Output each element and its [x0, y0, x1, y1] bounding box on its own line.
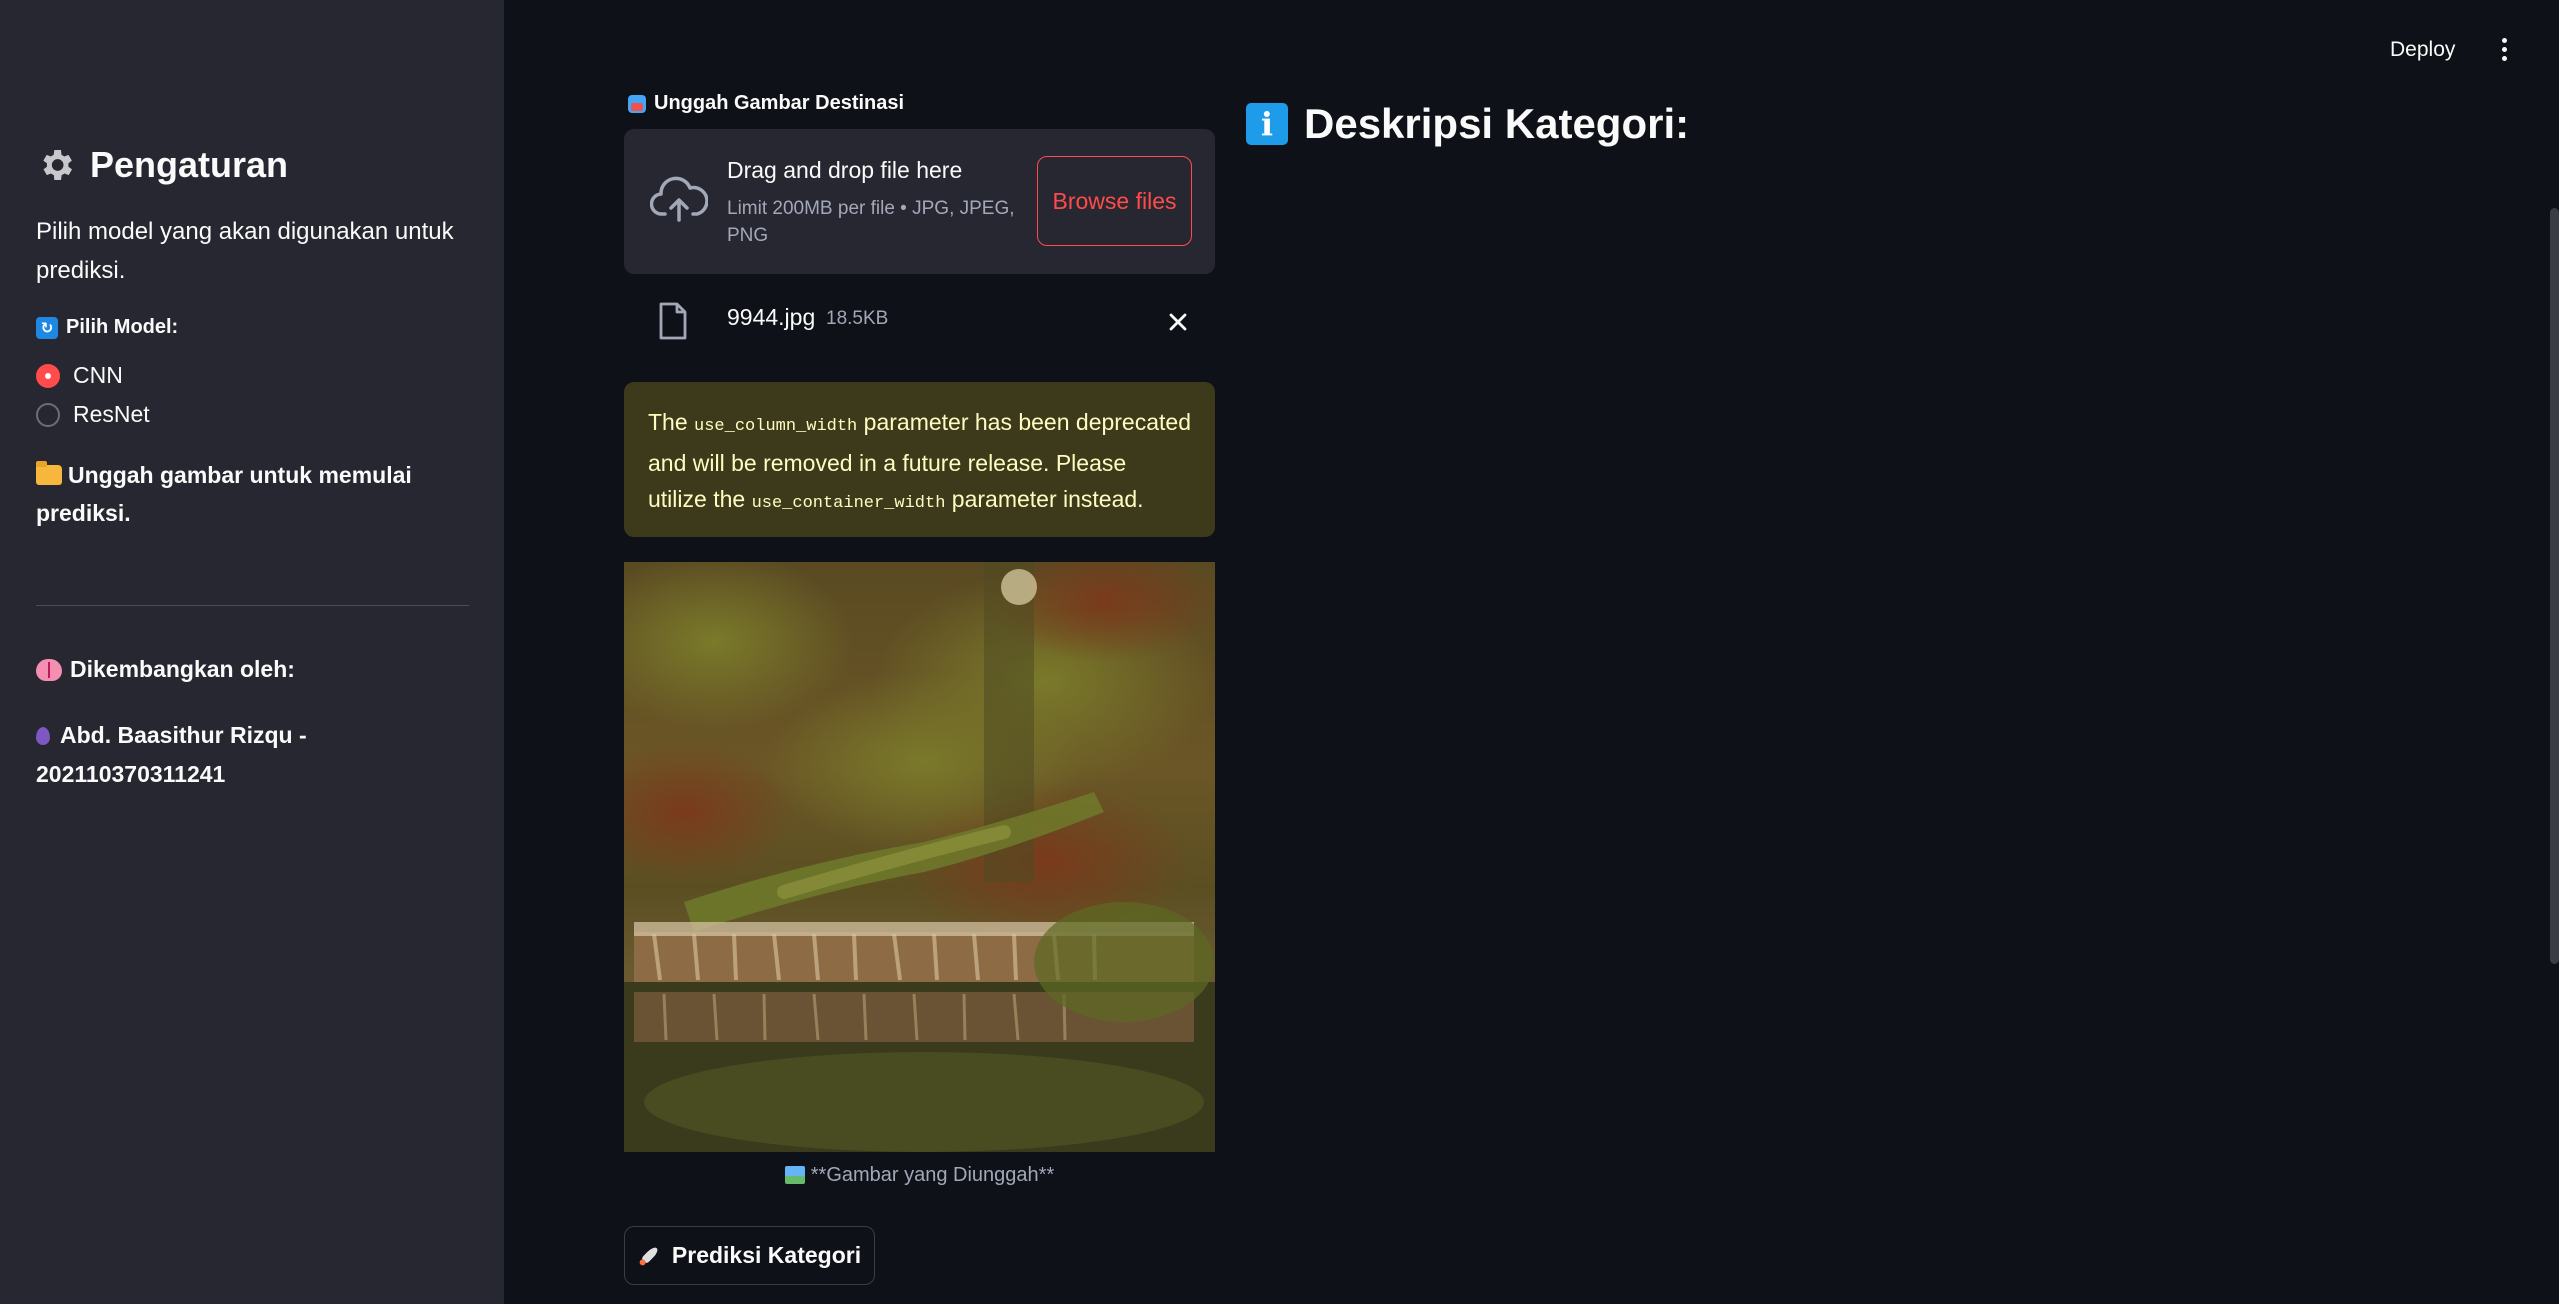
camera-icon [628, 94, 646, 113]
radio-option-resnet[interactable]: ResNet [36, 401, 150, 428]
file-size: 18.5KB [826, 308, 889, 329]
category-description-title: Deskripsi Kategori: [1304, 100, 1690, 147]
upload-hint-text: Unggah gambar untuk memulai prediksi. [36, 462, 412, 526]
refresh-icon: ↻ [36, 316, 58, 339]
radio-label-cnn: CNN [73, 362, 123, 388]
file-dropzone[interactable]: Drag and drop file here Limit 200MB per … [624, 129, 1215, 274]
developed-by: Dikembangkan oleh: [36, 656, 295, 683]
radio-button-resnet[interactable] [36, 402, 60, 427]
warning-code-column-width: use_column_width [694, 417, 858, 436]
image-caption: **Gambar yang Diunggah** [624, 1164, 1215, 1187]
uploaded-image-picture [624, 562, 1215, 1152]
image-caption-text: **Gambar yang Diunggah** [810, 1164, 1055, 1186]
sidebar-title-text: Pengaturan [90, 144, 289, 185]
info-icon: i [1246, 103, 1288, 145]
developed-by-text: Dikembangkan oleh: [70, 656, 295, 682]
balloon-icon [36, 727, 50, 745]
author: Abd. Baasithur Rizqu - 202110370311241 [36, 716, 436, 794]
deprecation-warning: The use_column_width parameter has been … [624, 382, 1215, 537]
app: Pengaturan Pilih model yang akan digunak… [0, 0, 2559, 1304]
dropzone-title: Drag and drop file here [727, 157, 963, 183]
kebab-menu-icon[interactable] [2492, 34, 2516, 64]
uploader-label-text: Unggah Gambar Destinasi [654, 92, 905, 114]
uploaded-file: 9944.jpg 18.5KB [624, 294, 1215, 350]
radio-option-cnn[interactable]: CNN [36, 362, 123, 389]
sidebar-title: Pengaturan [36, 144, 288, 186]
uploaded-image [624, 562, 1215, 1152]
warning-suffix: parameter instead. [945, 486, 1144, 512]
deploy-button[interactable]: Deploy [2380, 34, 2465, 66]
picture-icon [784, 1166, 805, 1184]
category-description-heading: i Deskripsi Kategori: [1246, 100, 1689, 148]
browse-files-button[interactable]: Browse files [1037, 156, 1192, 246]
predict-category-button[interactable]: Prediksi Kategori [624, 1226, 875, 1285]
file-icon [659, 302, 687, 340]
sidebar-description: Pilih model yang akan digunakan untuk pr… [36, 218, 454, 284]
warning-code-container-width: use_container_width [751, 494, 946, 513]
warning-prefix: The [648, 409, 695, 435]
uploader-label: Unggah Gambar Destinasi [628, 92, 904, 115]
gear-icon [43, 150, 72, 180]
predict-button-label: Prediksi Kategori [671, 1242, 862, 1268]
model-label: ↻ Pilih Model: [36, 316, 178, 339]
sidebar-divider [36, 605, 469, 606]
radio-button-cnn[interactable] [36, 363, 60, 388]
dropzone-limit: Limit 200MB per file • JPG, JPEG, PNG [727, 198, 1015, 246]
radio-label-resnet: ResNet [73, 401, 150, 427]
cloud-upload-icon [650, 176, 708, 222]
rocket-icon [633, 1240, 664, 1271]
scrollbar[interactable] [2550, 208, 2559, 964]
author-text: Abd. Baasithur Rizqu - 202110370311241 [36, 722, 307, 787]
file-name: 9944.jpg [727, 304, 816, 330]
folder-icon [36, 461, 62, 485]
model-label-text: Pilih Model: [66, 316, 179, 338]
sidebar: Pengaturan Pilih model yang akan digunak… [0, 0, 504, 1304]
upload-hint: Unggah gambar untuk memulai prediksi. [36, 456, 456, 532]
close-icon[interactable] [1164, 308, 1192, 336]
brain-icon [36, 658, 62, 681]
